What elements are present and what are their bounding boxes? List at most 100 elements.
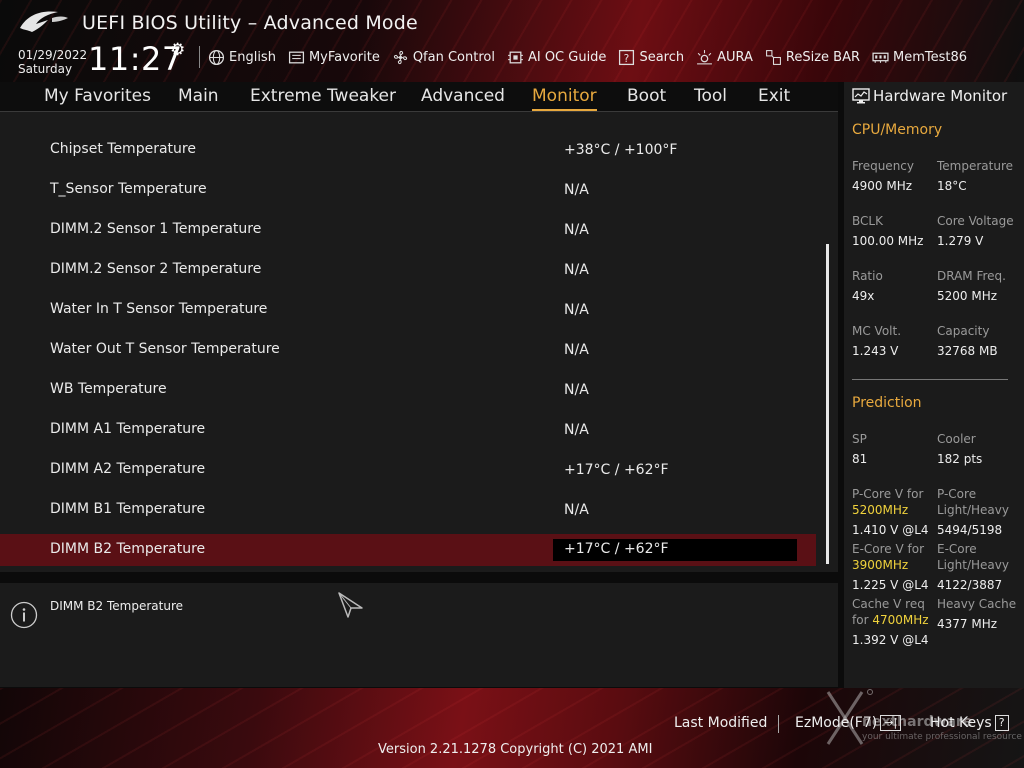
item-label: Water In T Sensor Temperature bbox=[50, 301, 268, 317]
hardware-monitor-title: Hardware Monitor bbox=[873, 87, 1008, 105]
tab-main[interactable]: Main bbox=[178, 86, 219, 106]
aura-button[interactable]: AURA bbox=[696, 49, 753, 66]
list-item-chipset-temperature[interactable]: Chipset Temperature +38°C / +100°F bbox=[0, 134, 816, 166]
reading-value: 182 pts bbox=[937, 452, 983, 466]
list-item-wb-temperature[interactable]: WB Temperature N/A bbox=[0, 374, 816, 406]
reading-label: Core Voltage bbox=[937, 214, 1014, 228]
tab-monitor[interactable]: Monitor bbox=[532, 86, 597, 111]
reading-label: Temperature bbox=[937, 159, 1014, 173]
settings-gear-icon[interactable]: ⚙ bbox=[170, 40, 185, 60]
heavy-cache-reading: Heavy Cache 4377 MHz bbox=[937, 596, 1016, 632]
reading-value: 4900 MHz bbox=[852, 179, 913, 193]
reading-value: 32768 MB bbox=[937, 344, 998, 358]
list-item-dimm-a2-temperature[interactable]: DIMM A2 Temperature +17°C / +62°F bbox=[0, 454, 816, 486]
reading-label-2: Light/Heavy bbox=[937, 558, 1009, 572]
tab-tool[interactable]: Tool bbox=[694, 86, 727, 106]
version-info: Version 2.21.1278 Copyright (C) 2021 AMI bbox=[378, 742, 653, 757]
list-item-dimm-b2-temperature[interactable]: DIMM B2 Temperature +17°C / +62°F bbox=[0, 534, 816, 566]
reading-value: 5494/5198 bbox=[937, 523, 1003, 537]
resize-bar-icon bbox=[765, 49, 781, 65]
prediction-section-title: Prediction bbox=[852, 395, 922, 411]
list-item-dimm2-sensor1-temperature[interactable]: DIMM.2 Sensor 1 Temperature N/A bbox=[0, 214, 816, 246]
ezmode-button[interactable]: EzMode(F7) →| bbox=[795, 715, 902, 731]
list-item-dimm-b1-temperature[interactable]: DIMM B1 Temperature N/A bbox=[0, 494, 816, 526]
reading-value: 18°C bbox=[937, 179, 967, 193]
reading-value: 1.243 V bbox=[852, 344, 899, 358]
item-label: DIMM.2 Sensor 2 Temperature bbox=[50, 261, 262, 277]
dram-freq-reading: DRAM Freq. 5200 MHz bbox=[937, 268, 1006, 304]
reading-label-2: for 4700MHz bbox=[852, 612, 929, 628]
tab-boot[interactable]: Boot bbox=[627, 86, 666, 106]
cache-voltage-reading: Cache V req for 4700MHz 1.392 V @L4 bbox=[852, 596, 929, 648]
item-value: N/A bbox=[564, 262, 589, 278]
help-key-icon: ? bbox=[994, 715, 1009, 731]
ezmode-label: EzMode(F7) bbox=[795, 715, 878, 731]
settings-list: Chipset Temperature +38°C / +100°F T_Sen… bbox=[0, 112, 838, 572]
reading-value: 100.00 MHz bbox=[852, 234, 924, 248]
section-divider bbox=[852, 379, 1008, 380]
tab-my-favorites[interactable]: My Favorites bbox=[44, 86, 151, 106]
list-item-water-in-temperature[interactable]: Water In T Sensor Temperature N/A bbox=[0, 294, 816, 326]
temperature-reading: Temperature 18°C bbox=[937, 158, 1013, 194]
list-item-water-out-temperature[interactable]: Water Out T Sensor Temperature N/A bbox=[0, 334, 816, 366]
reading-value: 1.410 V @L4 bbox=[852, 523, 929, 537]
reading-label: DRAM Freq. bbox=[937, 269, 1006, 283]
footer-bar: nexthardware your ultimate professional … bbox=[0, 688, 1024, 768]
tab-extreme-tweaker[interactable]: Extreme Tweaker bbox=[250, 86, 396, 106]
aura-label: AURA bbox=[717, 49, 753, 65]
hot-keys-button[interactable]: Hot Keys? bbox=[930, 715, 1009, 731]
reading-label-for: for bbox=[852, 613, 869, 627]
last-modified-button[interactable]: Last Modified bbox=[674, 715, 767, 731]
pcore-light-heavy-reading: P-Core Light/Heavy 5494/5198 bbox=[937, 486, 1009, 538]
ecore-voltage-reading: E-Core V for 3900MHz 1.225 V @L4 bbox=[852, 541, 929, 593]
memtest86-button[interactable]: MemTest86 bbox=[872, 49, 967, 66]
info-icon bbox=[10, 601, 38, 629]
item-label: Water Out T Sensor Temperature bbox=[50, 341, 280, 357]
reading-label: BCLK bbox=[852, 214, 883, 228]
list-item-dimm-a1-temperature[interactable]: DIMM A1 Temperature N/A bbox=[0, 414, 816, 446]
scrollbar[interactable] bbox=[826, 244, 829, 564]
date-text: 01/29/2022 bbox=[18, 48, 88, 62]
toolbar: English MyFavorite Qfan Control AI OC Gu… bbox=[208, 46, 979, 68]
search-label: Search bbox=[639, 49, 685, 65]
item-label: DIMM B1 Temperature bbox=[50, 501, 206, 517]
myfavorite-button[interactable]: MyFavorite bbox=[288, 49, 380, 66]
help-panel: DIMM B2 Temperature bbox=[0, 579, 838, 687]
help-description: DIMM B2 Temperature bbox=[50, 599, 183, 613]
tab-exit[interactable]: Exit bbox=[758, 86, 790, 106]
cooler-reading: Cooler 182 pts bbox=[937, 431, 982, 467]
language-button[interactable]: English bbox=[208, 49, 276, 66]
ai-oc-guide-button[interactable]: AI OC Guide bbox=[507, 49, 606, 66]
reading-label-2: Light/Heavy bbox=[937, 503, 1009, 517]
ezmode-key-icon: →| bbox=[880, 715, 902, 731]
item-label: DIMM A1 Temperature bbox=[50, 421, 206, 437]
reading-value: 5200 MHz bbox=[937, 289, 998, 303]
mc-volt-reading: MC Volt. 1.243 V bbox=[852, 323, 901, 359]
tab-advanced[interactable]: Advanced bbox=[421, 86, 505, 106]
core-voltage-reading: Core Voltage 1.279 V bbox=[937, 213, 1014, 249]
ecore-light-heavy-reading: E-Core Light/Heavy 4122/3887 bbox=[937, 541, 1009, 593]
resize-bar-button[interactable]: ReSize BAR bbox=[765, 49, 860, 66]
search-button[interactable]: ? Search bbox=[618, 49, 684, 66]
item-value: +17°C / +62°F bbox=[564, 462, 669, 478]
reading-value: 1.392 V @L4 bbox=[852, 633, 929, 647]
item-label: T_Sensor Temperature bbox=[50, 181, 207, 197]
list-item-dimm2-sensor2-temperature[interactable]: DIMM.2 Sensor 2 Temperature N/A bbox=[0, 254, 816, 286]
item-value: N/A bbox=[564, 222, 589, 238]
hardware-monitor-panel: Hardware Monitor CPU/Memory Frequency 49… bbox=[844, 82, 1024, 688]
globe-icon bbox=[208, 49, 225, 65]
reading-value: 1.279 V bbox=[937, 234, 984, 248]
item-value: N/A bbox=[564, 382, 589, 398]
memtest-icon bbox=[872, 52, 889, 63]
memtest86-label: MemTest86 bbox=[893, 49, 968, 65]
reading-value: 1.225 V @L4 bbox=[852, 578, 929, 592]
mouse-cursor-icon bbox=[338, 592, 363, 618]
ai-oc-label: AI OC Guide bbox=[527, 49, 607, 65]
list-item-t-sensor-temperature[interactable]: T_Sensor Temperature N/A bbox=[0, 174, 816, 206]
ratio-reading: Ratio 49x bbox=[852, 268, 883, 304]
reading-label: P-Core bbox=[937, 487, 977, 501]
item-value: +17°C / +62°F bbox=[564, 541, 669, 557]
qfan-control-button[interactable]: Qfan Control bbox=[392, 49, 495, 66]
reading-frequency: 3900MHz bbox=[852, 558, 909, 572]
favorite-icon bbox=[288, 51, 304, 63]
